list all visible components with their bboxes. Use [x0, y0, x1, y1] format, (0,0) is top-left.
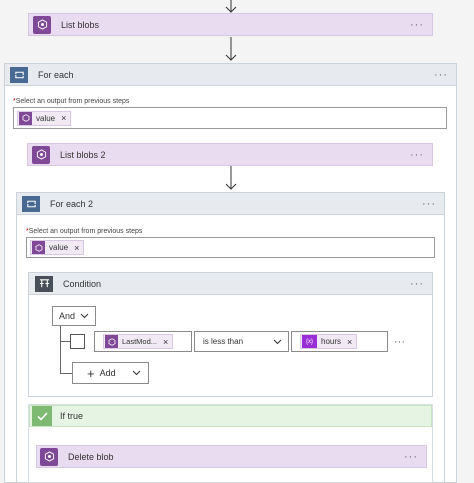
expression-icon: {x} [302, 335, 317, 348]
for-each-2-title: For each 2 [50, 198, 94, 209]
for-each-2-more-button[interactable]: ··· [422, 198, 436, 210]
row-checkbox[interactable] [70, 334, 85, 349]
list-blobs-title: List blobs [61, 19, 100, 30]
value-token[interactable]: value × [17, 110, 72, 126]
for-each-header[interactable]: For each ··· [5, 64, 456, 86]
condition-left-operand[interactable]: LastMod... × [94, 331, 192, 352]
blob-storage-icon [105, 335, 118, 348]
for-each-more-button[interactable]: ··· [434, 69, 448, 81]
delete-blob-more-button[interactable]: ··· [404, 451, 418, 463]
loop-icon [22, 195, 40, 212]
blob-storage-icon [19, 111, 32, 125]
chevron-down-icon [273, 339, 282, 344]
add-button[interactable]: + Add [72, 362, 149, 384]
remove-token-icon[interactable]: × [163, 337, 168, 347]
list-blobs-action[interactable]: List blobs ··· [28, 13, 433, 36]
blob-storage-icon [33, 15, 51, 34]
row-more-button[interactable]: ··· [394, 336, 405, 348]
delete-blob-action[interactable]: Delete blob ··· [36, 445, 427, 468]
chevron-down-icon [80, 313, 89, 319]
and-operator-dropdown[interactable]: And [52, 306, 96, 326]
blob-storage-icon [32, 145, 50, 164]
checkmark-icon [32, 406, 52, 426]
condition-icon [35, 275, 53, 292]
row-connector [60, 341, 70, 342]
remove-token-icon[interactable]: × [61, 113, 66, 123]
for-each-2-input-field[interactable]: value × [26, 237, 435, 258]
if-true-title: If true [60, 411, 84, 421]
list-blobs-2-more-button[interactable]: ··· [410, 149, 424, 161]
add-connector [60, 373, 72, 374]
flow-arrow-icon [225, 0, 237, 13]
delete-blob-title: Delete blob [68, 451, 114, 462]
condition-more-button[interactable]: ··· [410, 278, 424, 290]
value-token[interactable]: value × [30, 240, 85, 255]
hours-token[interactable]: {x} hours × [300, 334, 358, 349]
if-true-branch: If true [28, 404, 433, 483]
remove-token-icon[interactable]: × [74, 243, 79, 253]
chevron-down-icon [132, 370, 141, 376]
lastmodified-token[interactable]: LastMod... × [103, 334, 174, 349]
list-blobs-2-title: List blobs 2 [60, 149, 106, 160]
for-each-select-label: *Select an output from previous steps [13, 98, 130, 105]
for-each-2-select-label: *Select an output from previous steps [26, 228, 143, 235]
for-each-2-header[interactable]: For each 2 ··· [17, 193, 444, 215]
condition-header[interactable]: Condition ··· [29, 273, 432, 295]
condition-title: Condition [63, 278, 102, 289]
condition-right-operand[interactable]: {x} hours × [291, 331, 388, 352]
flow-arrow-icon [225, 37, 237, 61]
list-blobs-more-button[interactable]: ··· [410, 19, 424, 31]
flow-arrow-icon [225, 166, 237, 190]
remove-token-icon[interactable]: × [347, 337, 352, 347]
for-each-title: For each [38, 69, 74, 80]
loop-icon [10, 66, 28, 83]
comparison-operator-dropdown[interactable]: is less than [194, 331, 289, 352]
plus-icon: + [87, 365, 95, 381]
blob-storage-icon [40, 447, 58, 466]
if-true-header[interactable]: If true [29, 405, 432, 427]
blob-storage-icon [32, 241, 45, 254]
list-blobs-2-action[interactable]: List blobs 2 ··· [27, 143, 433, 166]
for-each-input-field[interactable]: value × [13, 107, 447, 129]
